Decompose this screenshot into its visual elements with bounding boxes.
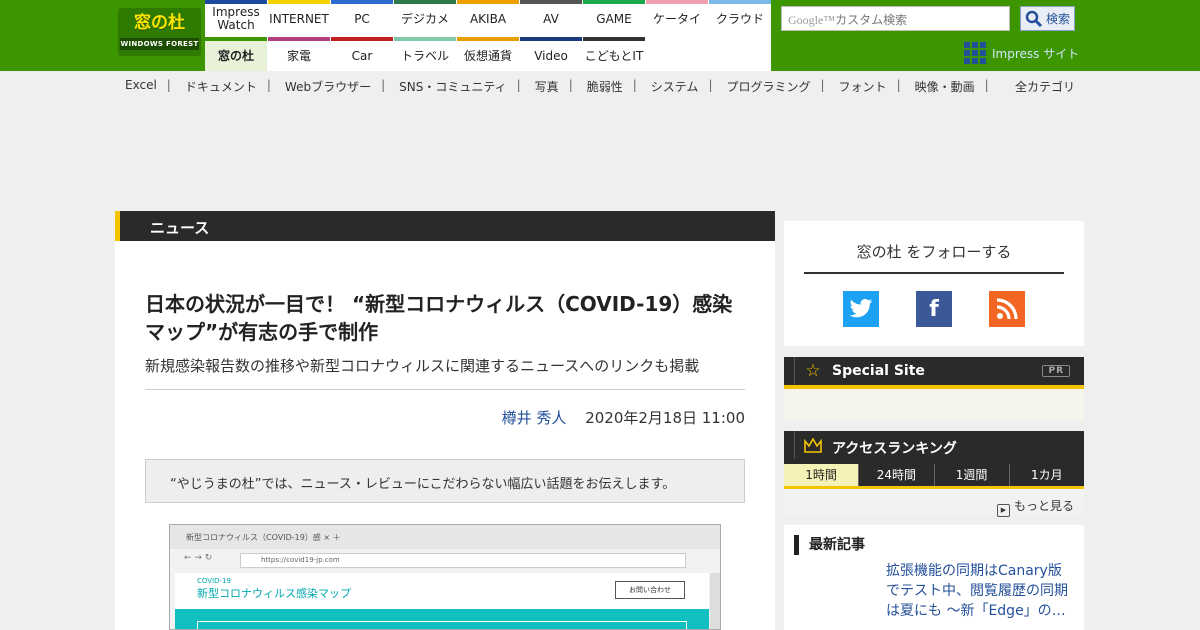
author-link[interactable]: 樽井 秀人 — [502, 409, 567, 427]
category-separator: | — [166, 78, 171, 92]
nav-item-bottom[interactable]: Car — [331, 37, 393, 71]
publish-date: 2020年2月18日 11:00 — [585, 409, 745, 427]
category-link[interactable]: フォント — [839, 78, 897, 95]
impress-sites-label: Impress サイト — [992, 46, 1080, 61]
map-banner — [175, 609, 709, 629]
nav-item-bottom[interactable]: トラベル — [394, 37, 456, 71]
impress-sites-link[interactable]: Impress サイト — [964, 42, 1079, 64]
search-brand: Google™ — [788, 13, 836, 27]
grid-icon — [964, 42, 986, 64]
category-separator: | — [708, 78, 713, 92]
more-label: もっと見る — [1013, 499, 1074, 513]
ranking-tab[interactable]: 1週間 — [933, 464, 1009, 486]
nav-item-bottom[interactable]: Video — [520, 37, 582, 71]
category-separator: | — [266, 78, 271, 92]
article-screenshot[interactable]: 新型コロナウィルス（COVID-19）感 × ＋ ← → ↻ https://c… — [169, 524, 721, 630]
category-separator: | — [984, 78, 989, 92]
browser-nav-icons: ← → ↻ — [184, 553, 213, 563]
latest-article-link[interactable]: 拡張機能の同期はCanary版でテスト中、閲覧履歴の同期は夏にも ～新「Edge… — [886, 561, 1074, 621]
nav-item-top[interactable]: クラウド — [709, 0, 771, 34]
category-separator: | — [896, 78, 901, 92]
ranking-header: アクセスランキング — [784, 431, 1084, 464]
site-logo[interactable]: 窓の杜 WINDOWS FOREST — [118, 8, 201, 56]
latest-title: 最新記事 — [794, 535, 865, 555]
section-header: ニュース — [115, 211, 775, 241]
ranking-tabs: 1時間 24時間 1週間 1カ月 — [784, 464, 1084, 486]
nav-item-top[interactable]: GAME — [583, 0, 645, 34]
nav-item-bottom[interactable]: 仮想通貨 — [457, 37, 519, 71]
follow-box: 窓の杜 をフォローする f — [784, 221, 1084, 346]
site-brand: 新型コロナウィルス感染マップ — [197, 587, 351, 600]
search-input[interactable]: Google™カスタム検索 — [781, 6, 1010, 31]
category-separator: | — [820, 78, 825, 92]
category-separator: | — [381, 78, 386, 92]
article: 日本の状況が一目で！ “新型コロナウィルス（COVID-19）感染マップ”が有志… — [115, 241, 775, 630]
search-button[interactable]: 検索 — [1020, 6, 1075, 31]
nav-item-top[interactable]: INTERNET — [268, 0, 330, 34]
ranking-tab[interactable]: 24時間 — [858, 464, 933, 486]
nav-item-bottom[interactable]: こどもとIT — [583, 37, 645, 71]
ranking-title: アクセスランキング — [832, 440, 957, 457]
category-link[interactable]: 映像・動画 — [915, 78, 985, 95]
ranking-tab[interactable]: 1時間 — [784, 464, 859, 486]
contact-button: お問い合わせ — [615, 581, 685, 599]
more-link[interactable]: ▶ もっと見る — [784, 489, 1084, 517]
logo-text: 窓の杜 — [134, 13, 185, 33]
nav-item-top[interactable]: AV — [520, 0, 582, 34]
search-button-label: 検索 — [1045, 12, 1070, 26]
site-brand-small: COVID-19 — [197, 577, 231, 585]
category-link[interactable]: プログラミング — [726, 78, 820, 95]
follow-title: 窓の杜 をフォローする — [804, 241, 1064, 274]
ranking-tab[interactable]: 1カ月 — [1008, 464, 1084, 486]
nav-item-bottom[interactable]: 窓の杜 — [205, 37, 267, 71]
nav-item-top[interactable]: Impress Watch — [205, 0, 267, 34]
webpage-preview: COVID-19 新型コロナウィルス感染マップ お問い合わせ — [175, 573, 709, 629]
all-categories-link[interactable]: 全カテゴリ — [1015, 78, 1075, 95]
category-link[interactable]: 脆弱性 — [587, 78, 633, 95]
column-notice: “やじうまの杜”では、ニュース・レビューにこだわらない幅広い話題をお伝えします。 — [145, 459, 745, 503]
browser-tab: 新型コロナウィルス（COVID-19）感 × ＋ — [170, 525, 720, 549]
nav-item-top[interactable]: PC — [331, 0, 393, 34]
nav-item-bottom[interactable]: 家電 — [268, 37, 330, 71]
category-separator: | — [516, 78, 521, 92]
pr-badge: PR — [1042, 365, 1070, 377]
category-link[interactable]: システム — [651, 78, 709, 95]
browser-tab-title: 新型コロナウィルス（COVID-19）感 — [186, 533, 321, 542]
facebook-icon[interactable]: f — [916, 291, 952, 327]
category-link[interactable]: SNS・コミュニティ — [399, 78, 517, 95]
nav-item-top[interactable]: ケータイ — [646, 0, 708, 34]
nav-item-top[interactable]: デジカメ — [394, 0, 456, 34]
category-separator: | — [632, 78, 637, 92]
divider — [145, 389, 745, 390]
category-link[interactable]: ドキュメント — [185, 78, 267, 95]
special-site-body — [784, 389, 1084, 421]
special-site-header: ☆ Special Site PR — [784, 357, 1084, 389]
nav-item-top[interactable]: AKIBA — [457, 0, 519, 34]
category-separator: | — [568, 78, 573, 92]
logo-subtext: WINDOWS FOREST — [120, 38, 199, 50]
article-subtitle: 新規感染報告数の推移や新型コロナウィルスに関連するニュースへのリンクも掲載 — [145, 357, 700, 375]
byline: 樽井 秀人 2020年2月18日 11:00 — [502, 407, 745, 428]
rss-icon[interactable] — [989, 291, 1025, 327]
site-header: 窓の杜 WINDOWS FOREST Impress Watch INTERNET… — [0, 0, 1200, 71]
scrollbar — [710, 573, 720, 629]
category-link[interactable]: 写真 — [535, 78, 569, 95]
address-bar: https://covid19-jp.com — [240, 553, 686, 568]
article-title: 日本の状況が一目で！ “新型コロナウィルス（COVID-19）感染マップ”が有志… — [145, 292, 733, 344]
play-icon: ▶ — [996, 504, 1010, 517]
site-nav: Impress Watch INTERNET PC デジカメ AKIBA AV GAME ケー… — [205, 0, 771, 71]
twitter-icon[interactable] — [843, 291, 879, 327]
crown-icon — [802, 436, 824, 458]
special-site-title: Special Site — [832, 363, 925, 379]
search-icon — [1025, 10, 1043, 27]
search-placeholder: カスタム検索 — [835, 13, 908, 27]
category-bar: Excel | ドキュメント | Webブラウザー | SNS・コミュニティ | 写真 | 脆弱性 |… — [125, 78, 1085, 95]
category-link[interactable]: Excel — [125, 78, 167, 95]
category-link[interactable]: Webブラウザー — [285, 78, 381, 95]
latest-articles: 最新記事 拡張機能の同期はCanary版でテスト中、閲覧履歴の同期は夏にも ～新… — [784, 525, 1084, 630]
star-icon: ☆ — [805, 361, 821, 381]
